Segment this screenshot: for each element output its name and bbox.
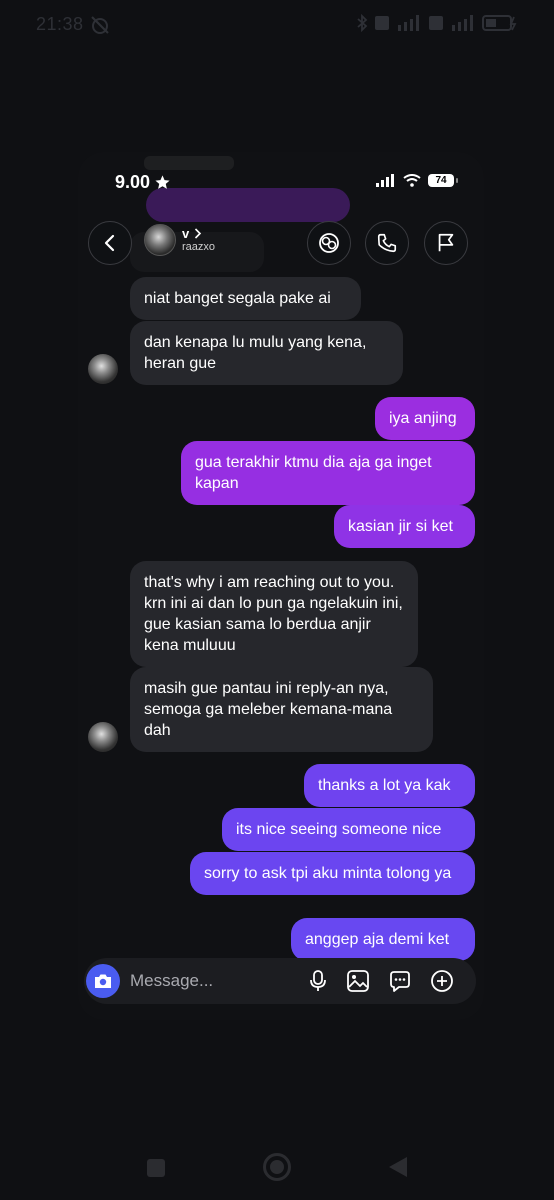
bluetooth-icon bbox=[357, 14, 368, 32]
sent-message[interactable]: kasian jir si ket bbox=[334, 505, 475, 548]
sticker-button[interactable] bbox=[387, 968, 413, 994]
device-time: 21:38 bbox=[36, 14, 84, 34]
avatar bbox=[144, 224, 176, 256]
received-message[interactable]: that's why i am reaching out to you. krn… bbox=[130, 561, 418, 667]
signal-icon-2 bbox=[452, 15, 473, 31]
effects-button[interactable] bbox=[307, 221, 351, 265]
contact-name-text: v bbox=[182, 226, 190, 241]
sent-message[interactable]: anggep aja demi ket bbox=[291, 918, 475, 961]
sent-message[interactable]: its nice seeing someone nice bbox=[222, 808, 475, 851]
voice-message-button[interactable] bbox=[305, 968, 331, 994]
voice-call-button[interactable] bbox=[365, 221, 409, 265]
received-message[interactable]: niat banget segala pake ai bbox=[130, 277, 361, 320]
battery-charging-icon bbox=[482, 15, 517, 31]
camera-button[interactable] bbox=[86, 964, 120, 998]
contact-handle: raazxo bbox=[182, 241, 216, 253]
signal-icon bbox=[398, 15, 419, 31]
contact-name-block: v raazxo bbox=[182, 227, 215, 253]
back-button[interactable] bbox=[88, 221, 132, 265]
contact-profile[interactable]: v raazxo bbox=[144, 224, 215, 256]
status-time: 9.00 bbox=[115, 172, 171, 193]
sticker-icon bbox=[390, 971, 410, 992]
dm-screenshot: 9.00 74 v raazxo niat banget segala pake… bbox=[78, 152, 484, 1020]
wifi-icon bbox=[403, 174, 421, 187]
microphone-icon bbox=[310, 970, 326, 991]
sender-avatar bbox=[88, 354, 118, 384]
back-icon bbox=[104, 234, 115, 252]
more-button[interactable] bbox=[429, 968, 455, 994]
received-message[interactable]: masih gue pantau ini reply-an nya, semog… bbox=[130, 667, 433, 752]
gallery-button[interactable] bbox=[345, 968, 371, 994]
camera-icon bbox=[95, 974, 111, 988]
vowifi-icon bbox=[375, 16, 389, 30]
back-nav-button[interactable] bbox=[386, 1154, 410, 1180]
report-button[interactable] bbox=[424, 221, 468, 265]
sent-message[interactable]: sorry to ask tpi aku minta tolong ya bbox=[190, 852, 475, 895]
sent-message[interactable]: gua terakhir ktmu dia aja ga inget kapan bbox=[181, 441, 475, 505]
star-icon bbox=[155, 175, 170, 189]
device-status-bar: 21:38 bbox=[0, 0, 554, 50]
app-status-bar: 9.00 74 bbox=[78, 152, 484, 218]
cellular-signal-icon bbox=[376, 174, 394, 187]
sent-message[interactable]: thanks a lot ya kak bbox=[304, 764, 475, 807]
message-input[interactable] bbox=[130, 968, 290, 994]
home-button[interactable] bbox=[262, 1152, 292, 1182]
plus-icon bbox=[431, 970, 453, 992]
circle-icon bbox=[263, 1153, 291, 1181]
phone-icon bbox=[377, 233, 397, 253]
effects-icon bbox=[319, 233, 339, 253]
recents-button[interactable] bbox=[144, 1156, 168, 1180]
vowifi-icon-2 bbox=[429, 16, 443, 30]
received-message[interactable]: dan kenapa lu mulu yang kena, heran gue bbox=[130, 321, 403, 385]
status-time-text: 9.00 bbox=[115, 172, 151, 192]
contact-name: v bbox=[182, 227, 215, 240]
alarm-off-icon bbox=[91, 16, 109, 34]
message-composer bbox=[84, 958, 476, 1004]
gallery-icon bbox=[347, 970, 369, 992]
battery-indicator: 74 bbox=[428, 174, 458, 187]
square-icon bbox=[147, 1159, 165, 1177]
sent-message[interactable]: iya anjing bbox=[375, 397, 475, 440]
flag-icon bbox=[438, 233, 454, 252]
sender-avatar bbox=[88, 722, 118, 752]
chevron-right-icon bbox=[195, 228, 202, 239]
system-navigation-bar bbox=[0, 1140, 554, 1200]
triangle-back-icon bbox=[389, 1157, 407, 1177]
chat-header: v raazxo bbox=[78, 218, 484, 270]
